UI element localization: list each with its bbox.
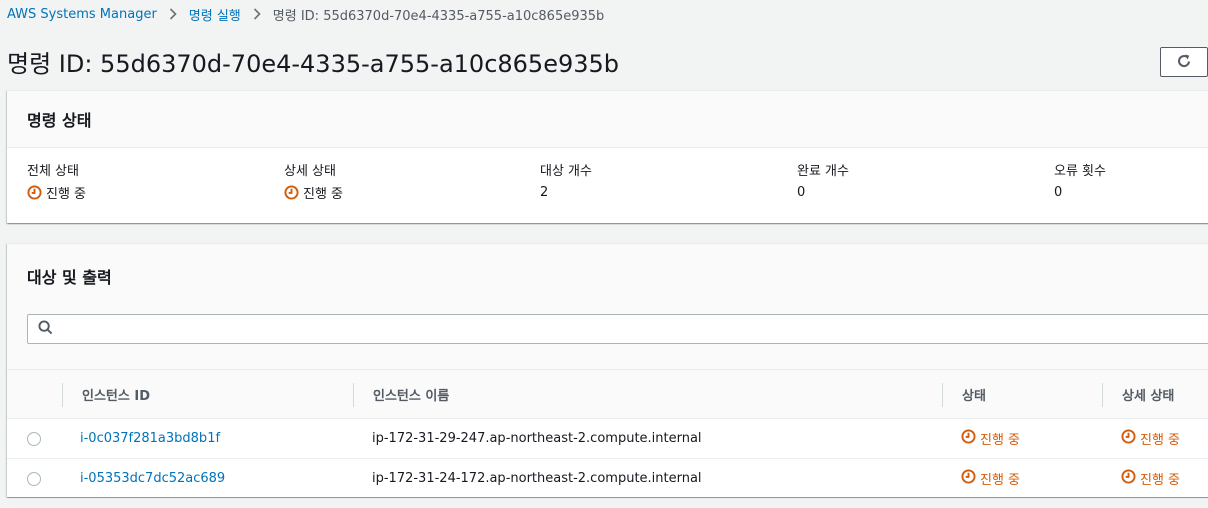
table-header-row: 인스턴스 ID 인스턴스 이름 상태 상세 상태: [7, 369, 1208, 419]
status-text: 진행 중: [303, 187, 344, 202]
status-text: 진행 중: [980, 473, 1021, 488]
instance-name: ip-172-31-29-247.ap-northeast-2.compute.…: [353, 418, 942, 459]
chevron-right-icon: [253, 8, 261, 20]
breadcrumb: AWS Systems Manager 명령 실행 명령 ID: 55d6370…: [7, 4, 604, 24]
command-status-panel: 명령 상태 전체 상태 진행 중 상세 상태 진행 중 대상 개수 2 완료 개…: [7, 90, 1208, 223]
status-cell: 진행 중: [961, 429, 1102, 448]
clock-icon: [961, 429, 976, 448]
column-header-status[interactable]: 상태: [942, 369, 1102, 419]
clock-icon: [27, 185, 42, 205]
table-row[interactable]: i-0c037f281a3bd8b1f ip-172-31-29-247.ap-…: [7, 418, 1208, 459]
select-column-header: [7, 369, 62, 419]
clock-icon: [1121, 429, 1136, 448]
refresh-button[interactable]: [1160, 47, 1208, 77]
status-text: 진행 중: [46, 187, 87, 202]
status-text: 진행 중: [1140, 473, 1181, 488]
clock-icon: [1121, 469, 1136, 488]
breadcrumb-current: 명령 ID: 55d6370d-70e4-4335-a755-a10c865e9…: [272, 8, 605, 24]
command-status-grid: 전체 상태 진행 중 상세 상태 진행 중 대상 개수 2 완료 개수 0 오류…: [7, 148, 1208, 223]
stat-label: 대상 개수: [540, 164, 592, 179]
detail-status-cell: 진행 중: [1121, 469, 1208, 488]
search-icon: [38, 319, 53, 339]
instance-id-link[interactable]: i-05353dc7dc52ac689: [80, 471, 225, 486]
detail-status-cell: 진행 중: [1121, 429, 1208, 448]
search-box: [27, 314, 1208, 344]
search-input[interactable]: [59, 316, 1208, 342]
instance-id-link[interactable]: i-0c037f281a3bd8b1f: [80, 431, 220, 446]
stat-label: 전체 상태: [27, 164, 79, 179]
status-text: 진행 중: [1140, 433, 1181, 448]
stat-target-count: 대상 개수 2: [540, 164, 592, 201]
targets-outputs-panel: 대상 및 출력 인스턴스 ID 인스턴스 이름 상태 상세 상태 i-0c037…: [7, 243, 1208, 499]
status-text: 진행 중: [980, 433, 1021, 448]
column-header-detail-status[interactable]: 상세 상태: [1102, 369, 1208, 419]
page-title: 명령 ID: 55d6370d-70e4-4335-a755-a10c865e9…: [7, 50, 620, 78]
command-status-title: 명령 상태: [27, 111, 92, 130]
instance-name: ip-172-31-24-172.ap-northeast-2.compute.…: [353, 458, 942, 499]
status-cell: 진행 중: [961, 469, 1102, 488]
stat-value: 0: [1054, 185, 1063, 200]
stat-error-count: 오류 횟수 0: [1054, 164, 1106, 201]
targets-outputs-header: 대상 및 출력: [7, 244, 1208, 369]
row-select-radio[interactable]: [27, 471, 41, 486]
stat-value: 진행 중: [27, 185, 86, 205]
stat-value: 0: [797, 185, 806, 200]
clock-icon: [284, 185, 299, 205]
column-header-instance-id[interactable]: 인스턴스 ID: [62, 369, 353, 419]
table-row[interactable]: i-05353dc7dc52ac689 ip-172-31-24-172.ap-…: [7, 458, 1208, 499]
targets-table: 인스턴스 ID 인스턴스 이름 상태 상세 상태 i-0c037f281a3bd…: [7, 369, 1208, 499]
stat-detail-status: 상세 상태 진행 중: [284, 164, 343, 205]
column-header-instance-name[interactable]: 인스턴스 이름: [353, 369, 942, 419]
breadcrumb-run-command[interactable]: 명령 실행: [189, 5, 241, 24]
stat-label: 오류 횟수: [1054, 164, 1106, 179]
stat-overall-status: 전체 상태 진행 중: [27, 164, 86, 205]
stat-completed-count: 완료 개수 0: [797, 164, 849, 201]
clock-icon: [961, 469, 976, 488]
stat-label: 상세 상태: [284, 164, 336, 179]
targets-outputs-title: 대상 및 출력: [27, 268, 112, 287]
refresh-icon: [1176, 53, 1192, 72]
row-select-radio[interactable]: [27, 431, 41, 446]
breadcrumb-systems-manager[interactable]: AWS Systems Manager: [7, 7, 157, 22]
chevron-right-icon: [169, 8, 177, 20]
stat-value: 2: [540, 185, 549, 200]
stat-value: 진행 중: [284, 185, 343, 205]
stat-label: 완료 개수: [797, 164, 849, 179]
command-status-header: 명령 상태: [7, 91, 1208, 148]
